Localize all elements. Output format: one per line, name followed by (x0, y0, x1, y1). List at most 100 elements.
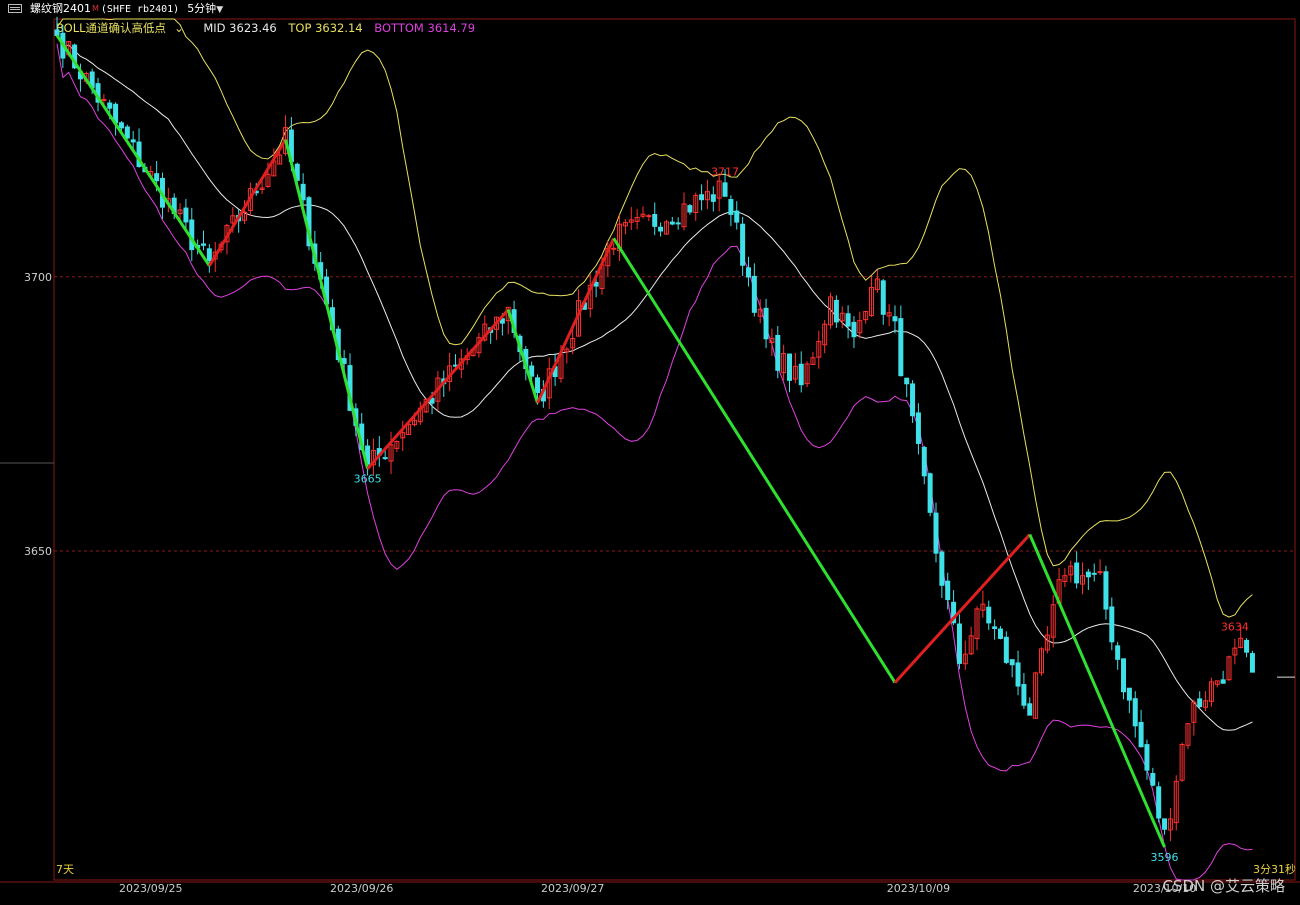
candle-body (851, 321, 857, 338)
candle-body (687, 205, 693, 213)
candle-body (1197, 698, 1203, 708)
candle-body (997, 628, 1003, 639)
candle-body (535, 377, 541, 394)
candle-body (1220, 679, 1226, 684)
candle (640, 206, 646, 219)
candle-body (1244, 639, 1250, 653)
zigzag-down-segment (284, 139, 370, 470)
candle-body (1115, 645, 1121, 660)
candle (113, 102, 119, 136)
candle-body (787, 353, 792, 381)
candle (1038, 647, 1044, 676)
candle (634, 209, 640, 230)
candle (810, 351, 816, 366)
candle (816, 330, 822, 369)
candle-body (798, 363, 804, 386)
candle (927, 472, 933, 517)
watermark: CSDN @艾云策略 (1162, 877, 1285, 895)
candle-body (675, 222, 681, 225)
candle (206, 244, 212, 273)
candle-body (1015, 662, 1021, 687)
candle (992, 619, 998, 640)
candle (1173, 775, 1179, 831)
candle (1232, 638, 1238, 665)
candle (564, 346, 570, 364)
candle (1208, 677, 1214, 707)
candle (956, 614, 962, 670)
candle (1121, 658, 1127, 700)
candle (658, 222, 664, 237)
candle-body (300, 183, 306, 201)
candle (1027, 697, 1033, 716)
candle-body (1074, 562, 1080, 584)
candle (376, 436, 382, 467)
candle (1220, 670, 1226, 684)
candle (201, 230, 206, 251)
candle (1167, 807, 1173, 842)
candle (997, 626, 1003, 640)
candle (974, 606, 980, 651)
candle-body (206, 248, 212, 262)
zigzag-down-segment (1028, 533, 1166, 848)
candle (857, 311, 863, 339)
candle (839, 306, 845, 329)
price-chart[interactable]: 3665 3717 3596 3634 3700 3650 2023/09/25 2023/… (0, 0, 1300, 905)
candle (1156, 781, 1162, 823)
candle-body (183, 207, 189, 223)
candle (781, 344, 787, 381)
candle-body (1162, 818, 1168, 830)
candle (1003, 631, 1009, 665)
candle (617, 214, 623, 261)
candle (687, 203, 693, 215)
candle-body (933, 512, 939, 554)
plot-border (53, 18, 1296, 881)
candle-body (845, 313, 851, 327)
candle (370, 438, 376, 476)
candle (1244, 638, 1250, 658)
candle-body (118, 122, 124, 129)
candle (417, 401, 423, 425)
candle (787, 353, 792, 393)
candle-body (154, 173, 160, 182)
candle (1015, 650, 1021, 696)
x-tick-label: 2023/09/27 (541, 882, 604, 895)
candle (675, 217, 681, 230)
candle-body (124, 126, 130, 139)
candle-body (763, 307, 769, 340)
candle (740, 216, 746, 276)
candle (863, 310, 869, 324)
zigzag-up-segment (536, 237, 616, 404)
candle (1103, 565, 1109, 620)
candle (1185, 723, 1191, 750)
candle (1179, 742, 1185, 782)
candle-body (880, 280, 886, 315)
candle (1214, 680, 1220, 688)
candle (1097, 559, 1103, 575)
candle-body (341, 358, 347, 364)
candle-body (956, 623, 962, 664)
candle-body (1027, 703, 1033, 716)
candle (1150, 767, 1156, 787)
candle-body (529, 365, 535, 377)
candle (1080, 562, 1085, 595)
candle-body (745, 267, 751, 278)
candle-body (1249, 653, 1255, 673)
candle-body (1021, 684, 1027, 706)
candle (851, 316, 857, 349)
candle (986, 600, 992, 630)
candle (1050, 594, 1056, 648)
candle-body (740, 223, 746, 266)
candle (646, 213, 652, 222)
candle-body (1156, 786, 1162, 819)
candle (1074, 551, 1080, 589)
candle-body (927, 473, 933, 513)
zigzag-up-segment (208, 138, 287, 267)
candle (804, 361, 810, 387)
candle (734, 201, 740, 230)
candle (1068, 560, 1074, 583)
candle-body (833, 299, 839, 323)
candle-body (986, 606, 992, 624)
candle (939, 549, 945, 599)
candle (1009, 659, 1015, 678)
y-tick-label: 3700 (24, 271, 52, 284)
